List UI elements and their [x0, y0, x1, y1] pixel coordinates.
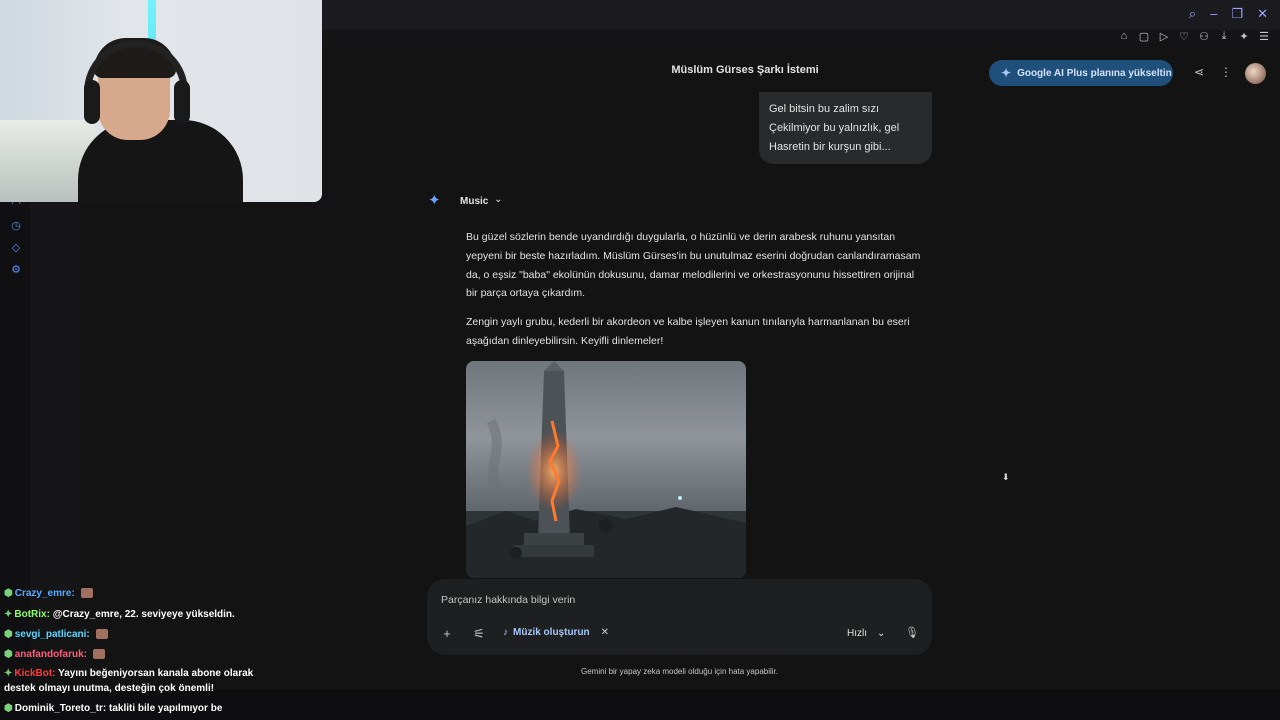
heart-icon[interactable]: ♡ — [1178, 30, 1190, 43]
prompt-input[interactable]: Parçanız hakkında bilgi verin — [441, 594, 575, 606]
chat-username: sevgi_patlicani: — [14, 629, 90, 640]
user-message-bubble: Gel bitsin bu zalim sızı Çekilmiyor bu y… — [759, 92, 932, 164]
chevron-down-icon: ⌄ — [877, 628, 886, 639]
tool-chip[interactable]: ♪ Müzik oluşturun ✕ — [503, 627, 609, 638]
badge-icon: ⬢ — [4, 703, 13, 714]
more-options-icon[interactable]: ⋮ — [1218, 64, 1234, 80]
chat-message: ⬢ Crazy_emre: — [4, 588, 93, 599]
extension-icon[interactable]: ⌂ — [1118, 30, 1130, 43]
webcam-overlay — [0, 0, 322, 202]
chat-text: takliti bile yapılmıyor be — [109, 703, 223, 714]
chat-text: destek olmayı unutma, desteğin çok öneml… — [4, 683, 215, 694]
speed-selector[interactable]: Hızlı ⌄ — [847, 628, 885, 639]
response-paragraph: Zengin yaylı grubu, kederli bir akordeon… — [466, 316, 910, 347]
window-controls: ⌕ – ❐ ✕ — [1189, 6, 1268, 22]
tool-chip-label: Müzik oluşturun — [513, 627, 590, 638]
gemini-spark-icon: ✦ — [428, 192, 441, 209]
upgrade-button[interactable]: ✦ Google AI Plus planına yükseltin — [989, 60, 1173, 86]
upgrade-label: Google AI Plus planına yükseltin — [1017, 67, 1172, 79]
chat-message: ⬢ sevgi_patlicani: — [4, 629, 108, 640]
close-icon[interactable]: ✕ — [1257, 6, 1268, 22]
chat-username: Crazy_emre: — [14, 588, 75, 599]
tools-icon[interactable]: ⚟ — [471, 626, 487, 642]
gem-icon[interactable]: ◇ — [10, 242, 22, 254]
chevron-down-icon[interactable]: ⌄ — [494, 194, 502, 205]
badge-icon: ⬢ — [4, 649, 13, 660]
person-body — [78, 120, 243, 202]
close-chip-icon[interactable]: ✕ — [601, 627, 609, 638]
chat-message-continued: destek olmayı unutma, desteğin çok öneml… — [4, 683, 214, 694]
sidebar-panel — [30, 200, 80, 590]
avatar[interactable] — [1245, 63, 1266, 84]
chat-message: ✦ KickBot: Yayını beğeniyorsan kanala abo… — [4, 668, 253, 679]
mouse-cursor-icon: ⬇ — [1002, 472, 1010, 482]
chat-text: Yayını beğeniyorsan kanala abone olarak — [58, 668, 254, 679]
model-selector-label[interactable]: Music — [460, 196, 488, 207]
badge-icon: ⬢ — [4, 629, 13, 640]
user-message-line: Hasretin bir kurşun gibi... — [769, 141, 891, 153]
chat-message: ✦ BotRix: @Crazy_emre, 22. seviyeye yükse… — [4, 609, 235, 620]
chat-text: @Crazy_emre, 22. seviyeye yükseldin. — [52, 609, 235, 620]
sparkle-icon: ✦ — [1001, 66, 1012, 80]
chat-username: KickBot: — [14, 668, 56, 679]
add-icon[interactable]: + — [439, 626, 455, 642]
emote-icon — [95, 629, 108, 640]
emote-icon — [92, 649, 105, 660]
play-icon[interactable]: ▷ — [1158, 30, 1170, 43]
response-paragraph: Bu güzel sözlerin bende uyandırdığı duyg… — [466, 231, 921, 300]
music-note-icon: ♪ — [503, 627, 508, 638]
disclaimer: Gemini bir yapay zeka modeli olduğu için… — [581, 667, 778, 676]
headphone-cup-right — [174, 80, 190, 124]
restore-icon[interactable]: ❐ — [1231, 6, 1243, 22]
cover-art-illustration — [466, 361, 746, 578]
share-icon[interactable]: ⋖ — [1191, 64, 1207, 80]
headphone-cup-left — [84, 80, 100, 124]
screen: ⌕ – ❐ ✕ ⌂ ▢ ▷ ♡ ⚇ ⤓ ✦ ☰ ◠ ◷ ◇ ⚙ Müslüm G… — [0, 0, 1280, 720]
badge-icon: ✦ — [4, 668, 13, 679]
download-icon[interactable]: ⤓ — [1218, 30, 1230, 43]
chat-username: Dominik_Toreto_tr: — [14, 703, 107, 714]
crop-icon[interactable]: ▢ — [1138, 30, 1150, 43]
search-icon[interactable]: ⌕ — [1189, 6, 1196, 22]
user-message-line: Gel bitsin bu zalim sızı — [769, 103, 880, 115]
minimize-icon[interactable]: – — [1210, 6, 1217, 22]
chat-message: ⬢ anafandofaruk: — [4, 649, 105, 660]
user-message-line: Çekilmiyor bu yalnızlık, gel — [769, 122, 900, 134]
chat-username: anafandofaruk: — [14, 649, 87, 660]
ai-icon[interactable]: ✦ — [1238, 30, 1250, 43]
page-title: Müslüm Gürses Şarkı İstemi — [671, 64, 819, 76]
badge-icon: ✦ — [4, 609, 13, 620]
microphone-icon[interactable]: 🎙 — [905, 626, 919, 640]
chat-message: ⬢ Dominik_Toreto_tr: takliti bile yapılmı… — [4, 703, 222, 714]
menu-icon[interactable]: ☰ — [1258, 30, 1270, 43]
emote-icon — [80, 588, 93, 599]
prompt-input-box[interactable]: Parçanız hakkında bilgi verin + ⚟ ♪ Müzi… — [427, 579, 932, 655]
settings-icon[interactable]: ⚙ — [10, 264, 22, 276]
generated-cover-art[interactable] — [466, 361, 746, 578]
history-icon[interactable]: ◷ — [10, 220, 22, 232]
chat-username: BotRix: — [14, 609, 50, 620]
badge-icon: ⬢ — [4, 588, 13, 599]
speed-label: Hızlı — [847, 628, 867, 639]
profile-icon[interactable]: ⚇ — [1198, 30, 1210, 43]
